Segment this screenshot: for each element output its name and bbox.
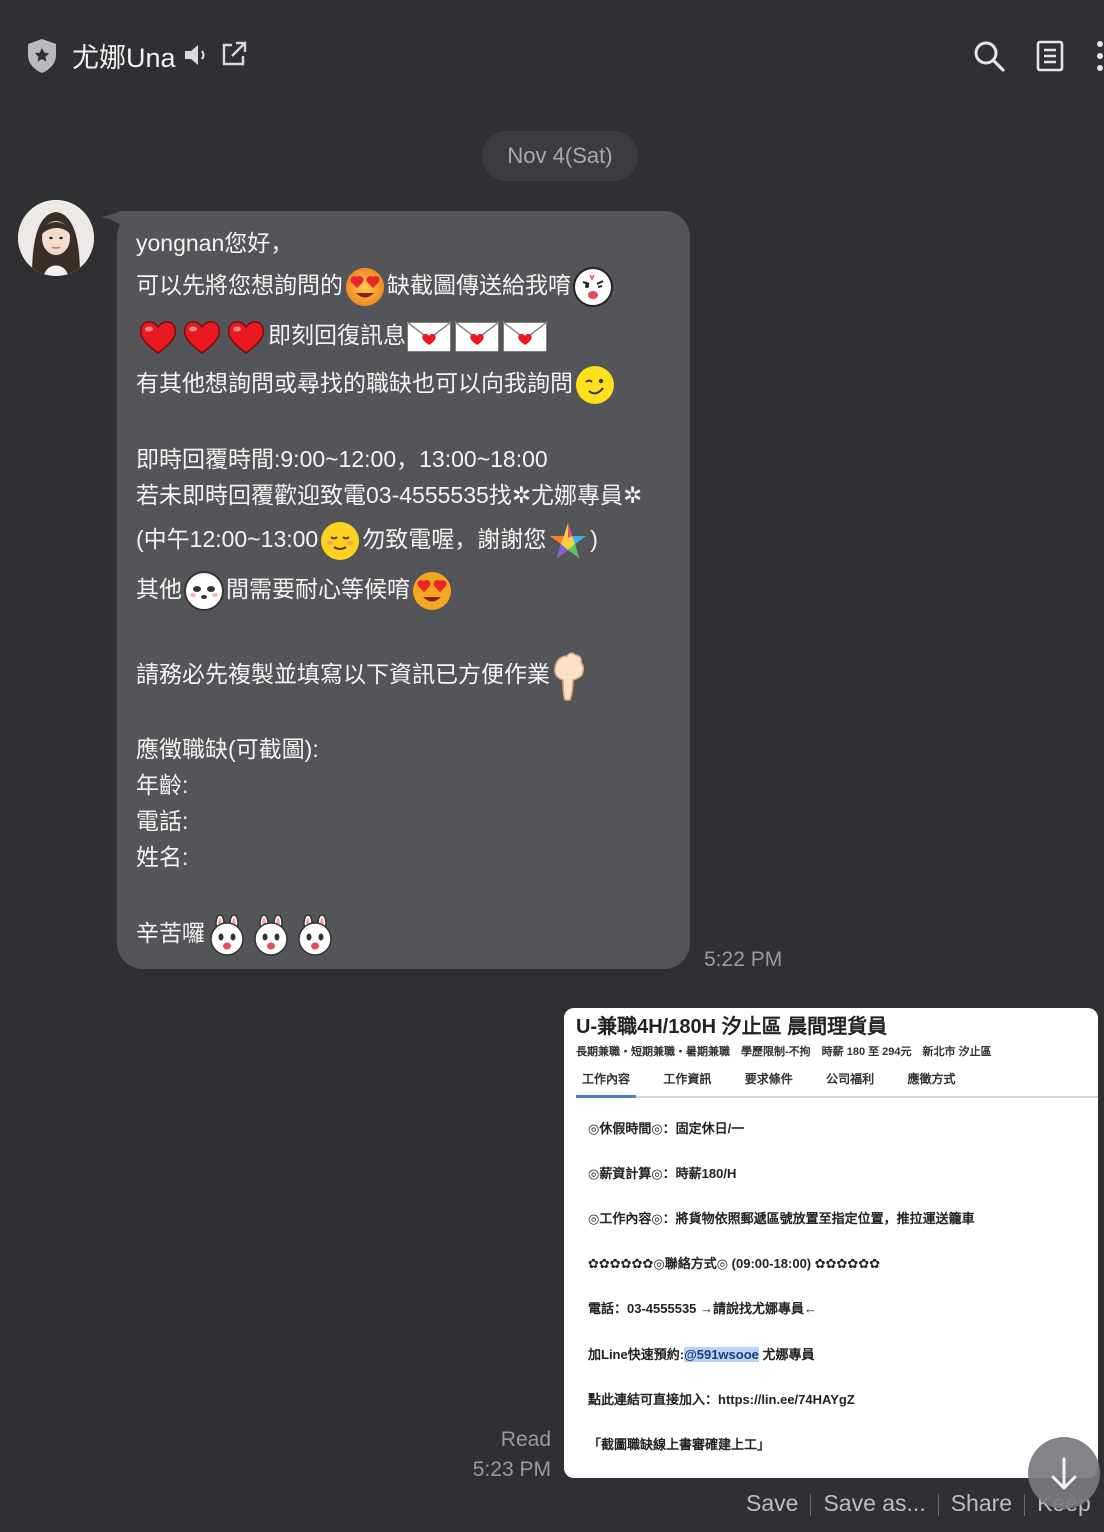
- job-detail-line: ◎薪資計算◎：時薪180/H: [588, 1166, 737, 1181]
- shield-icon: [26, 38, 58, 74]
- bunny-face-emoji-icon: [250, 914, 292, 956]
- separator: [937, 1493, 939, 1516]
- heart-icon: [225, 316, 267, 358]
- message-line: 應徵職缺(可截圖):: [136, 736, 319, 762]
- search-icon[interactable]: [972, 39, 1006, 73]
- read-receipt: Read 5:23 PM: [473, 1425, 551, 1485]
- avatar[interactable]: [18, 200, 94, 276]
- message-line: 若未即時回覆歡迎致電03-4555535找✲尤娜專員✲: [136, 482, 643, 508]
- message-line: 即時回覆時間:9:00~12:00，13:00~18:00: [136, 446, 548, 472]
- save-as-button[interactable]: Save as...: [823, 1490, 925, 1516]
- scroll-to-bottom-button[interactable]: [1028, 1437, 1100, 1509]
- heart-eyes-emoji-icon: [344, 266, 386, 308]
- external-link-icon[interactable]: [220, 40, 248, 68]
- separator: [1024, 1493, 1026, 1516]
- message-line: yongnan您好，: [136, 230, 294, 256]
- love-letter-icon: [406, 321, 452, 353]
- pointing-down-hand-icon: [551, 650, 587, 702]
- message-timestamp: 5:22 PM: [704, 948, 783, 971]
- notes-icon[interactable]: [1035, 39, 1065, 73]
- job-detail-line: 電話：03-4555535 →請說找尤娜專員←: [588, 1301, 818, 1316]
- divider: [576, 1096, 1098, 1098]
- more-icon[interactable]: [1094, 38, 1104, 76]
- winking-bunny-emoji-icon: [572, 266, 614, 308]
- job-line-id-line: 加Line快速預約:@591wsooe 尤娜專員: [588, 1347, 815, 1362]
- sent-image[interactable]: U-兼職4H/180H 汐止區 晨間理貨員 長期兼職・短期兼職・暑期兼職 學歷限…: [564, 1008, 1098, 1478]
- message-line: 姓名:: [136, 844, 189, 870]
- arrow-down-icon: [1051, 1457, 1077, 1490]
- chat-title[interactable]: 尤娜Una: [72, 36, 176, 75]
- share-button[interactable]: Share: [951, 1490, 1012, 1516]
- job-detail-line: ◎工作內容◎：將貨物依照郵遞區號放置至指定位置，推拉運送籠車: [588, 1211, 975, 1226]
- active-tab-indicator: [576, 1095, 636, 1098]
- message-line: 有其他想詢問或尋找的職缺也可以向我詢問: [136, 364, 617, 406]
- line-id-highlight: @591wsooe: [684, 1347, 759, 1362]
- winking-face-emoji-icon: [574, 364, 616, 406]
- message-line: 電話:: [136, 808, 189, 834]
- heart-eyes-emoji-icon: [411, 570, 453, 612]
- job-note-line: 「截圖職缺線上書審確建上工」: [588, 1437, 771, 1452]
- separator: [810, 1493, 812, 1516]
- job-link-line: 點此連結可直接加入：https://lin.ee/74HAYgZ: [588, 1392, 855, 1407]
- love-letter-icon: [454, 321, 500, 353]
- message-line: 可以先將您想詢問的 缺截圖傳送給我唷: [136, 266, 615, 308]
- heart-icon: [181, 316, 223, 358]
- chat-header: 尤娜Una: [0, 0, 1104, 110]
- job-tabs: 工作內容 工作資訊 要求條件 公司福利 應徵方式: [582, 1070, 985, 1087]
- message-line: 請務必先複製並填寫以下資訊已方便作業: [136, 650, 588, 702]
- job-tab: 工作內容: [582, 1072, 631, 1086]
- speaker-icon[interactable]: [183, 42, 209, 68]
- job-detail-line: ◎休假時間◎：固定休日/一: [588, 1121, 745, 1136]
- read-label: Read: [500, 1428, 551, 1451]
- job-tab: 要求條件: [744, 1072, 793, 1086]
- job-tab: 應徵方式: [907, 1072, 956, 1086]
- save-button[interactable]: Save: [746, 1490, 798, 1516]
- bunny-face-emoji-icon: [206, 914, 248, 956]
- heart-icon: [137, 316, 179, 358]
- message-line: 其他 間需要耐心等候唷: [136, 570, 454, 612]
- message-line: 即刻回復訊息: [136, 316, 550, 358]
- job-tags: 長期兼職・短期兼職・暑期兼職 學歷限制-不拘 時薪 180 至 294元 新北市…: [576, 1046, 992, 1058]
- message-line: 辛苦囉: [136, 914, 337, 956]
- message-line: (中午12:00~13:00 勿致電喔，謝謝您): [136, 520, 598, 562]
- panda-face-emoji-icon: [183, 570, 225, 612]
- sparkle-star-emoji-icon: [547, 520, 589, 562]
- smiling-face-emoji-icon: [319, 520, 361, 562]
- job-tab: 公司福利: [826, 1072, 875, 1086]
- job-title: U-兼職4H/180H 汐止區 晨間理貨員: [576, 1016, 888, 1038]
- love-letter-icon: [502, 321, 548, 353]
- message-timestamp: 5:23 PM: [472, 1458, 551, 1481]
- bunny-face-emoji-icon: [294, 914, 336, 956]
- job-detail-line: ✿✿✿✿✿✿◎聯絡方式◎ (09:00-18:00) ✿✿✿✿✿✿: [588, 1256, 881, 1271]
- job-tab: 工作資訊: [663, 1072, 712, 1086]
- date-separator: Nov 4(Sat): [482, 131, 638, 181]
- message-line: 年齡:: [136, 772, 189, 798]
